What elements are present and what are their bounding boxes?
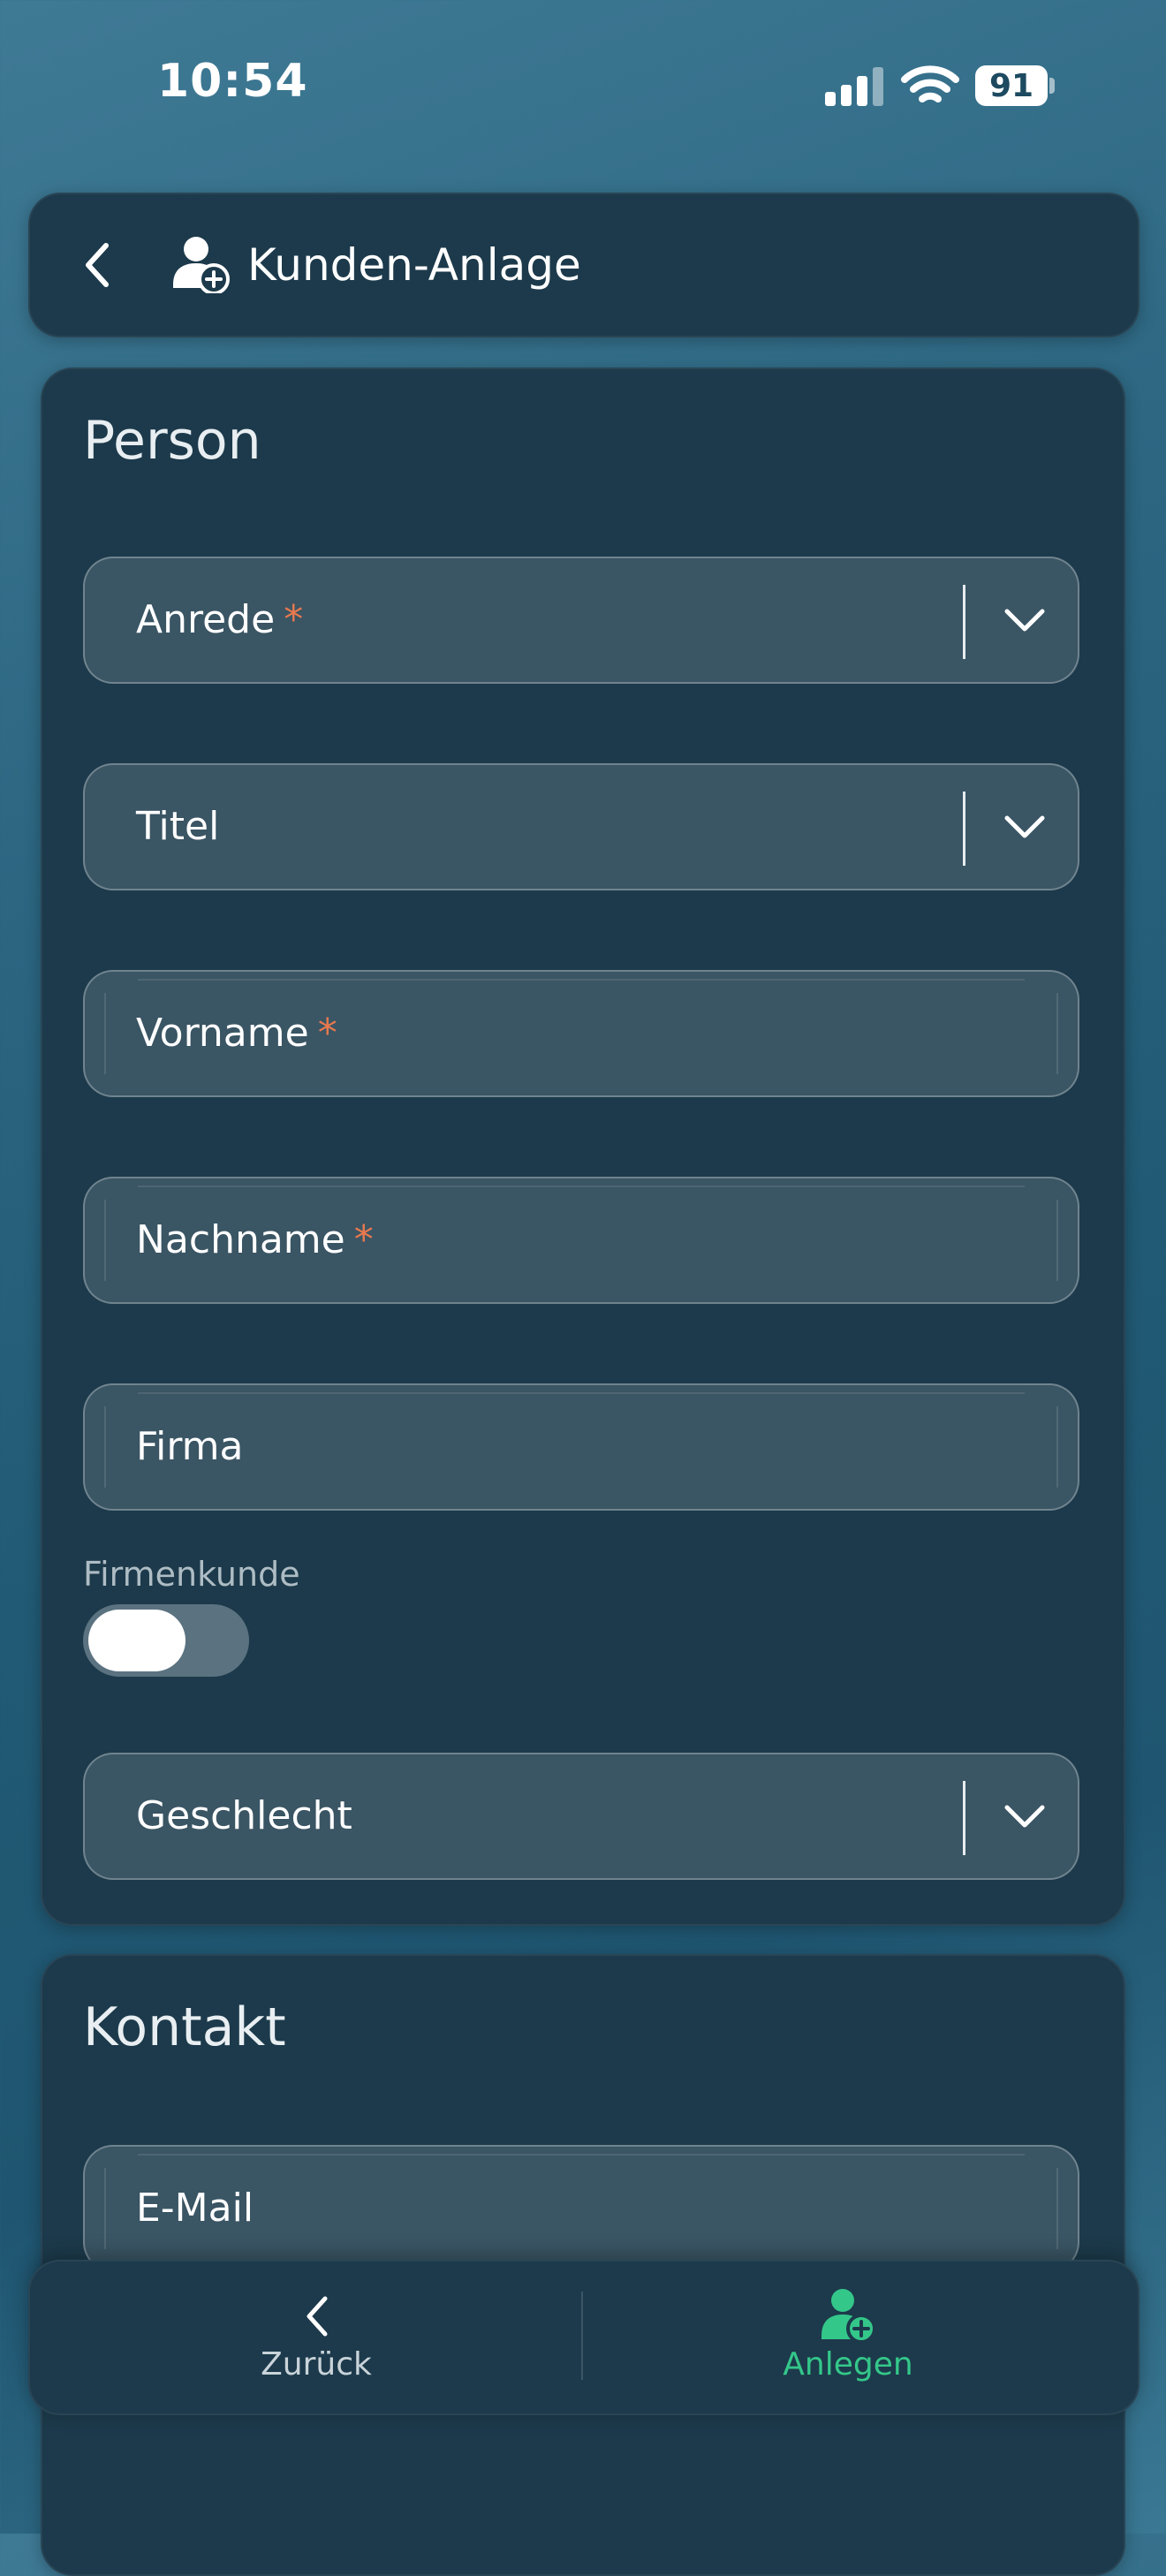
add-user-icon[interactable] (822, 2288, 876, 2343)
vorname-label: Vorname (136, 1011, 309, 1056)
nachname-input[interactable]: Nachname * (83, 1177, 1079, 1304)
anrede-select[interactable]: Anrede * (83, 557, 1079, 684)
cellular-signal-icon (825, 67, 887, 106)
bottom-bar-divider (581, 2292, 583, 2380)
email-label: E-Mail (136, 2186, 254, 2231)
anrede-label: Anrede (136, 597, 276, 642)
email-input[interactable]: E-Mail (83, 2145, 1079, 2272)
titel-label: Titel (136, 804, 220, 849)
required-marker: * (317, 1011, 337, 1056)
battery-level: 91 (988, 67, 1034, 104)
chevron-down-icon[interactable] (998, 594, 1051, 647)
firmenkunde-label: Firmenkunde (83, 1555, 300, 1594)
nachname-label: Nachname (136, 1217, 345, 1262)
page-title: Kunden-Anlage (247, 239, 581, 291)
required-marker: * (284, 597, 304, 642)
vorname-input[interactable]: Vorname * (83, 970, 1079, 1097)
firma-input[interactable]: Firma (83, 1383, 1079, 1511)
section-title-contact: Kontakt (83, 1996, 286, 2058)
required-marker: * (353, 1217, 374, 1262)
titel-select[interactable]: Titel (83, 763, 1079, 890)
bottom-action-bar (28, 2260, 1140, 2415)
add-user-icon (173, 237, 230, 293)
wifi-icon (901, 65, 959, 102)
chevron-left-icon[interactable] (80, 239, 115, 292)
geschlecht-label: Geschlecht (136, 1793, 352, 1838)
create-button[interactable]: Anlegen (760, 2346, 936, 2383)
geschlecht-select[interactable]: Geschlecht (83, 1753, 1079, 1880)
section-title-person: Person (83, 410, 261, 472)
status-time: 10:54 (157, 55, 308, 108)
chevron-down-icon[interactable] (998, 1790, 1051, 1843)
chevron-left-icon[interactable] (299, 2293, 334, 2339)
toggle-knob (88, 1610, 186, 1671)
chevron-down-icon[interactable] (998, 800, 1051, 853)
battery-icon: 91 (975, 65, 1056, 106)
firma-label: Firma (136, 1424, 244, 1469)
back-button[interactable]: Zurück (228, 2346, 405, 2383)
firmenkunde-toggle[interactable] (83, 1604, 249, 1677)
